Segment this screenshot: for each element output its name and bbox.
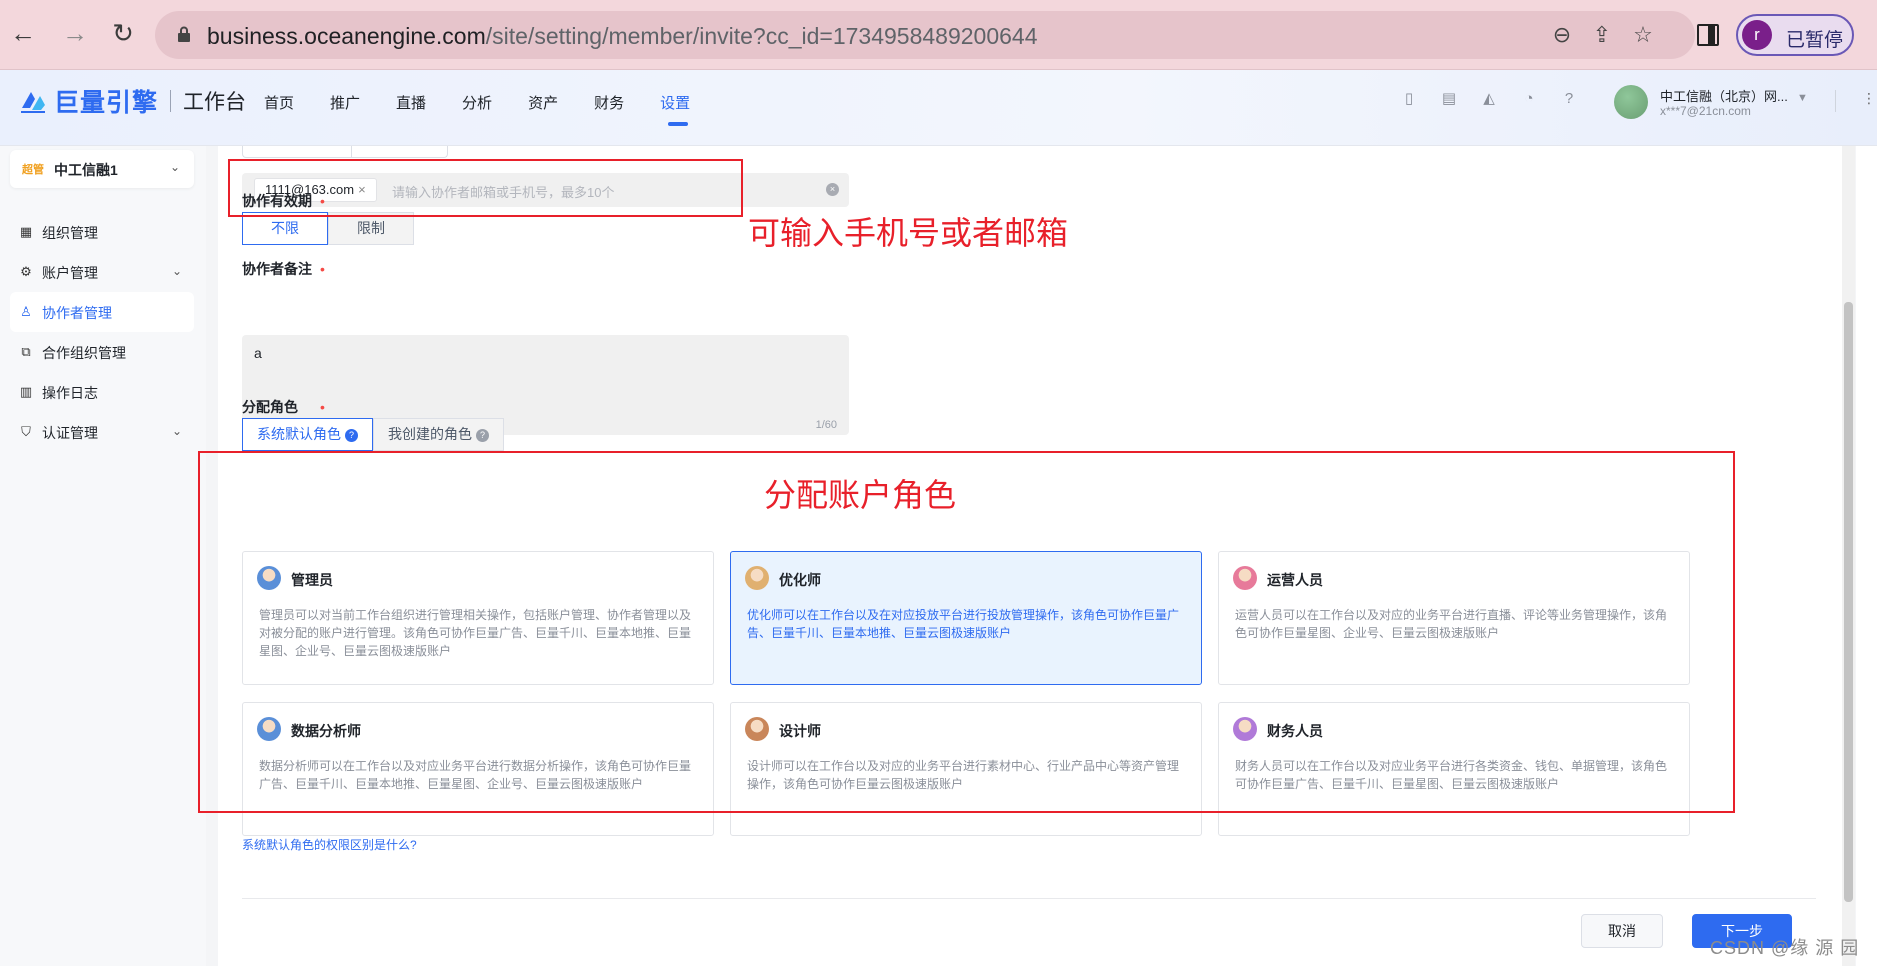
shield-icon: ⛉: [21, 424, 31, 439]
reload-icon[interactable]: ↻: [108, 18, 138, 48]
char-counter: 1/60: [815, 419, 837, 431]
cancel-button[interactable]: 取消: [1581, 914, 1663, 948]
divider: [242, 898, 1816, 899]
nav-assets[interactable]: 资产: [528, 92, 558, 113]
nav-home[interactable]: 首页: [264, 92, 294, 113]
zoom-out-icon[interactable]: ⊖: [1550, 23, 1574, 47]
tab-custom-roles[interactable]: 我创建的角色?: [373, 418, 504, 451]
role-tabs: 系统默认角色? 我创建的角色?: [242, 418, 504, 451]
method-tabs[interactable]: [242, 146, 448, 158]
avatar: r: [1742, 20, 1772, 50]
scrollbar-thumb[interactable]: [1844, 302, 1853, 902]
annotation-box-input: [228, 159, 743, 217]
phone-icon[interactable]: ▯: [1400, 90, 1418, 108]
sidebar-item-label: 操作日志: [42, 385, 98, 401]
help-icon: ?: [345, 429, 358, 442]
scrollbar[interactable]: [1842, 146, 1855, 966]
back-arrow-icon[interactable]: ←: [8, 18, 38, 48]
help-icon: ?: [476, 429, 489, 442]
sidebar-item-verification[interactable]: ⛉ 认证管理 ⌄: [10, 412, 194, 452]
gear-icon: ⚙: [20, 264, 32, 279]
sidebar-item-logs[interactable]: ▥ 操作日志: [10, 372, 194, 412]
user-email: x***7@21cn.com: [1660, 104, 1751, 118]
forward-arrow-icon[interactable]: →: [60, 18, 90, 48]
side-panel-icon[interactable]: [1697, 24, 1719, 46]
sidebar: 超管 中工信融1 ⌄ ▦ 组织管理 ⚙ 账户管理 ⌄ ♙ 协作者管理 ⧉ 合作组…: [0, 146, 206, 966]
grid-icon: ▦: [19, 224, 33, 239]
note-value: a: [254, 345, 262, 361]
divider: [1835, 90, 1836, 112]
sidebar-item-collaborators[interactable]: ♙ 协作者管理: [10, 292, 194, 332]
workspace-name: 工作台: [183, 91, 247, 114]
address-bar[interactable]: business.oceanengine.com/site/setting/me…: [155, 11, 1695, 59]
brand-logo[interactable]: 巨量引擎 工作台: [18, 84, 246, 118]
divider: [170, 90, 172, 112]
browser-toolbar: ← → ↻ business.oceanengine.com/site/sett…: [0, 0, 1877, 70]
sidebar-item-label: 组织管理: [42, 225, 98, 241]
logo-icon: [21, 92, 45, 113]
profile-status: 已暂停: [1786, 30, 1844, 51]
bell-icon[interactable]: ◔: [1520, 90, 1538, 108]
sidebar-item-org[interactable]: ▦ 组织管理: [10, 212, 194, 252]
lock-icon: [178, 26, 190, 42]
chevron-down-icon: ▼: [1797, 92, 1808, 104]
user-menu[interactable]: 中工信融（北京）网... x***7@21cn.com ▼: [1614, 82, 1814, 126]
brand-name: 巨量引擎: [54, 89, 159, 117]
chevron-down-icon: ⌄: [171, 424, 182, 438]
profile-button[interactable]: r 已暂停: [1736, 14, 1854, 56]
copy-icon: ⧉: [21, 344, 31, 359]
chevron-down-icon: ⌄: [171, 264, 182, 278]
sidebar-item-label: 协作者管理: [42, 305, 112, 321]
nav-analysis[interactable]: 分析: [462, 92, 492, 113]
log-icon: ▥: [19, 384, 33, 399]
user-icon: ♙: [20, 304, 32, 319]
url-text: business.oceanengine.com/site/setting/me…: [207, 23, 1038, 49]
user-avatar: [1614, 85, 1648, 119]
help-icon[interactable]: ?: [1560, 90, 1578, 108]
thumb-icon[interactable]: ◭: [1480, 90, 1498, 108]
nav-finance[interactable]: 财务: [594, 92, 624, 113]
sidebar-item-accounts[interactable]: ⚙ 账户管理 ⌄: [10, 252, 194, 292]
edge-strip: [1856, 146, 1877, 966]
tenant-switcher[interactable]: 超管 中工信融1 ⌄: [10, 150, 194, 188]
tenant-name: 中工信融1: [54, 162, 118, 178]
sidebar-item-label: 账户管理: [42, 265, 98, 281]
watermark: CSDN @缘 源 园: [1710, 938, 1860, 958]
nav-promote[interactable]: 推广: [330, 92, 360, 113]
header-tools: ▯ ▤ ◭ ◔ ?: [1400, 90, 1600, 108]
role-label: 分配角色 •: [242, 399, 325, 415]
sidebar-item-partner-org[interactable]: ⧉ 合作组织管理: [10, 332, 194, 372]
app-header: 巨量引擎 工作台 首页 推广 直播 分析 资产 财务 设置 ▯ ▤ ◭ ◔ ? …: [0, 70, 1877, 146]
sidebar-item-label: 认证管理: [42, 425, 98, 441]
sidebar-item-label: 合作组织管理: [42, 345, 126, 361]
star-icon[interactable]: ☆: [1631, 23, 1655, 47]
role-help-link[interactable]: 系统默认角色的权限区别是什么?: [242, 836, 417, 853]
annotation-box-roles: [198, 451, 1735, 813]
role-badge: 超管: [22, 164, 44, 176]
user-name: 中工信融（北京）网...: [1660, 89, 1788, 104]
chevron-down-icon: ⌄: [169, 160, 180, 174]
annotation-input-note: 可输入手机号或者邮箱: [748, 214, 1069, 252]
apps-grid-icon[interactable]: ⋮⋮: [1862, 90, 1877, 107]
share-icon[interactable]: ⇪: [1590, 23, 1614, 47]
nav-live[interactable]: 直播: [396, 92, 426, 113]
clear-icon[interactable]: ×: [826, 183, 839, 196]
note-label: 协作者备注 •: [242, 261, 325, 277]
top-nav: 首页 推广 直播 分析 资产 财务 设置: [264, 92, 726, 126]
nav-settings[interactable]: 设置: [660, 92, 690, 126]
annotation-role-note: 分配账户角色: [764, 476, 957, 514]
clipboard-icon[interactable]: ▤: [1440, 90, 1458, 108]
tab-default-roles[interactable]: 系统默认角色?: [242, 418, 373, 451]
